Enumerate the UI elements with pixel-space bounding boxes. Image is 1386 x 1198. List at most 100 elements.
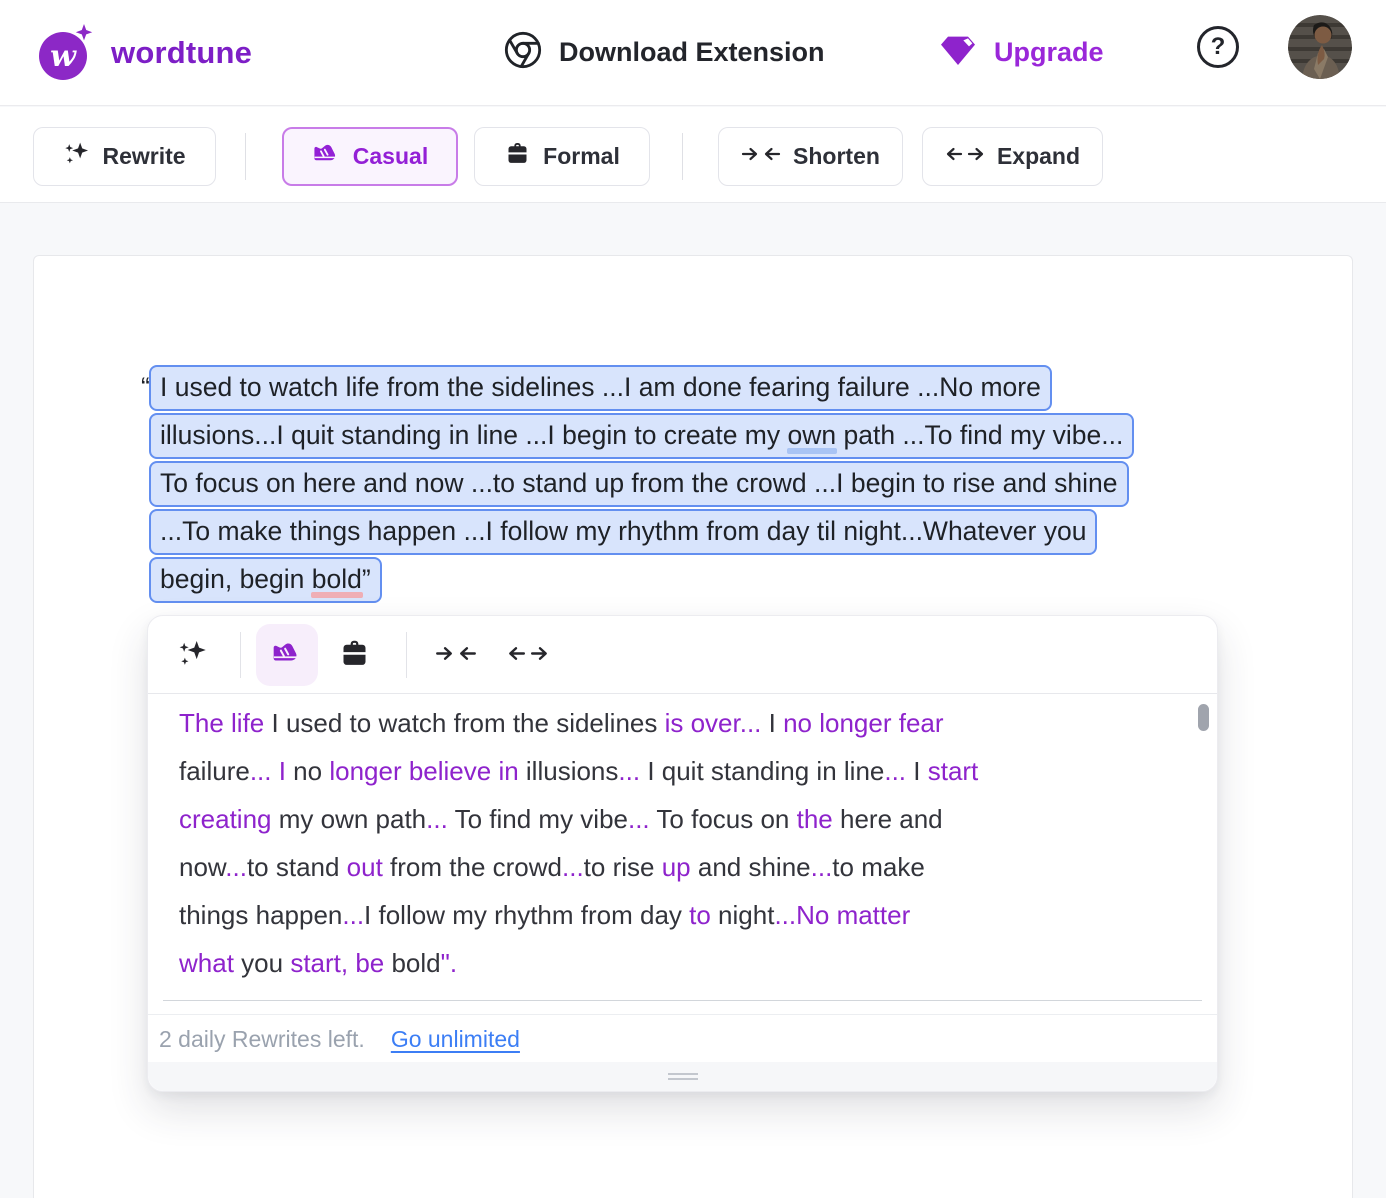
casual-label: Casual [353,143,428,170]
doc-text-segment: ...To make things happen ...I follow my … [160,516,1086,546]
wordtune-logo[interactable]: w wordtune [35,22,252,84]
popup-text-segment: things happen [179,900,342,930]
popup-text-segment: now [179,852,225,882]
doc-text-segment: path ...To find my vibe... [836,420,1123,450]
popup-text-segment: ... [811,852,833,882]
popup-text-segment: bold [391,948,440,978]
popup-text-segment: no [293,756,329,786]
popup-text-segment: is over... [665,708,769,738]
shorten-button[interactable]: Shorten [718,127,903,186]
popup-text-segment: up [662,852,698,882]
popup-text-segment: The life [179,708,272,738]
scrollbar-thumb[interactable] [1198,704,1209,731]
popup-text-segment: to stand [247,852,347,882]
popup-text-segment: ". [441,948,457,978]
sneaker-icon [312,139,341,174]
shorten-label: Shorten [793,143,880,170]
toolbar-divider [682,133,683,180]
popup-formal-button[interactable] [336,638,372,674]
sneaker-icon [271,637,303,674]
popup-text-segment: To find my vibe [455,804,628,834]
selected-text-block[interactable]: “I used to watch life from the sidelines… [149,367,1134,607]
popup-text-segment: out [347,852,390,882]
popup-text-segment: here and [840,804,943,834]
formal-button[interactable]: Formal [474,127,650,186]
wordtune-logo-icon: w [35,22,97,84]
expand-icon [945,142,985,172]
user-avatar[interactable] [1288,15,1352,79]
popup-text-segment: my own path [279,804,426,834]
suggestion-underlined-word: own [788,420,837,450]
popup-rewrite-button[interactable] [174,638,210,674]
popup-shorten-button[interactable] [434,638,478,674]
rewrites-left-label: 2 daily Rewrites left. [159,1026,365,1053]
shorten-icon [435,641,477,671]
sparkles-icon [63,140,90,173]
doc-text-segment: I used to watch life from the sidelines … [160,372,1041,402]
popup-text-segment: longer believe in [329,756,526,786]
upgrade-button[interactable]: Upgrade [938,30,1104,75]
shorten-icon [741,142,781,172]
popup-text-segment: I [769,708,783,738]
popup-line: creating my own path... To find my vibe.… [179,804,1189,852]
formal-label: Formal [543,143,620,170]
popup-line: what you start, be bold". [179,948,1189,996]
popup-text-segment: creating [179,804,279,834]
rewrite-button[interactable]: Rewrite [33,127,216,186]
doc-line: illusions...I quit standing in line ...I… [149,415,1134,463]
popup-text-segment: start, be [290,948,391,978]
doc-line: “I used to watch life from the sidelines… [149,367,1134,415]
content-divider [163,1000,1202,1001]
selection-highlight: ...To make things happen ...I follow my … [149,509,1097,555]
popup-expand-button[interactable] [506,638,550,674]
selection-highlight: To focus on here and now ...to stand up … [149,461,1129,507]
toolbar-divider [245,133,246,180]
popup-text-segment: to make [832,852,925,882]
popup-text-segment: illusions [526,756,619,786]
popup-text-segment: to rise [584,852,662,882]
popup-text-segment: ...No matter [774,900,910,930]
doc-text-segment: ” [362,564,371,594]
casual-button[interactable]: Casual [282,127,458,186]
sparkles-icon [177,638,208,674]
popup-text-segment: from the crowd [390,852,562,882]
popup-text-segment: I used to watch from the sidelines [272,708,665,738]
popup-text-segment: no longer fear [783,708,943,738]
help-button[interactable]: ? [1197,26,1239,68]
popup-line: failure... I no longer believe in illusi… [179,756,1189,804]
popup-text-segment: and shine [698,852,811,882]
download-extension-button[interactable]: Download Extension [503,30,825,75]
popup-text-segment: start [928,756,979,786]
expand-button[interactable]: Expand [922,127,1103,186]
suggestion-text[interactable]: The life I used to watch from the sideli… [179,708,1189,996]
popup-text-segment: ... [618,756,647,786]
doc-line: To focus on here and now ...to stand up … [149,463,1134,511]
popup-casual-button[interactable] [256,624,318,686]
popup-toolbar [148,616,1217,694]
briefcase-icon [338,637,371,675]
brand-name: wordtune [111,35,252,71]
popup-text-segment: I follow my rhythm from day [364,900,689,930]
popup-resize-area [148,1062,1217,1091]
doc-text-segment: begin, begin [160,564,312,594]
download-extension-label: Download Extension [559,37,825,68]
selection-highlight: begin, begin bold” [149,557,382,603]
popup-text-segment: you [241,948,290,978]
app-header: w wordtune Download Extension Upgrade [0,0,1386,106]
doc-text-segment: illusions...I quit standing in line ...I… [160,420,788,450]
rewrite-label: Rewrite [102,143,185,170]
expand-icon [507,641,549,671]
doc-text-segment: To focus on here and now ...to stand up … [160,468,1118,498]
popup-text-segment: ... I [250,756,293,786]
briefcase-icon [504,140,531,173]
doc-line: begin, begin bold” [149,559,1134,607]
drag-handle[interactable] [668,1073,698,1080]
popup-text-segment: the [797,804,840,834]
chrome-icon [503,30,543,75]
popup-toolbar-divider [406,632,407,678]
svg-text:w: w [50,39,77,74]
doc-line: ...To make things happen ...I follow my … [149,511,1134,559]
popup-text-segment: ... [342,900,364,930]
go-unlimited-link[interactable]: Go unlimited [391,1026,520,1053]
popup-text-segment: ... [562,852,584,882]
